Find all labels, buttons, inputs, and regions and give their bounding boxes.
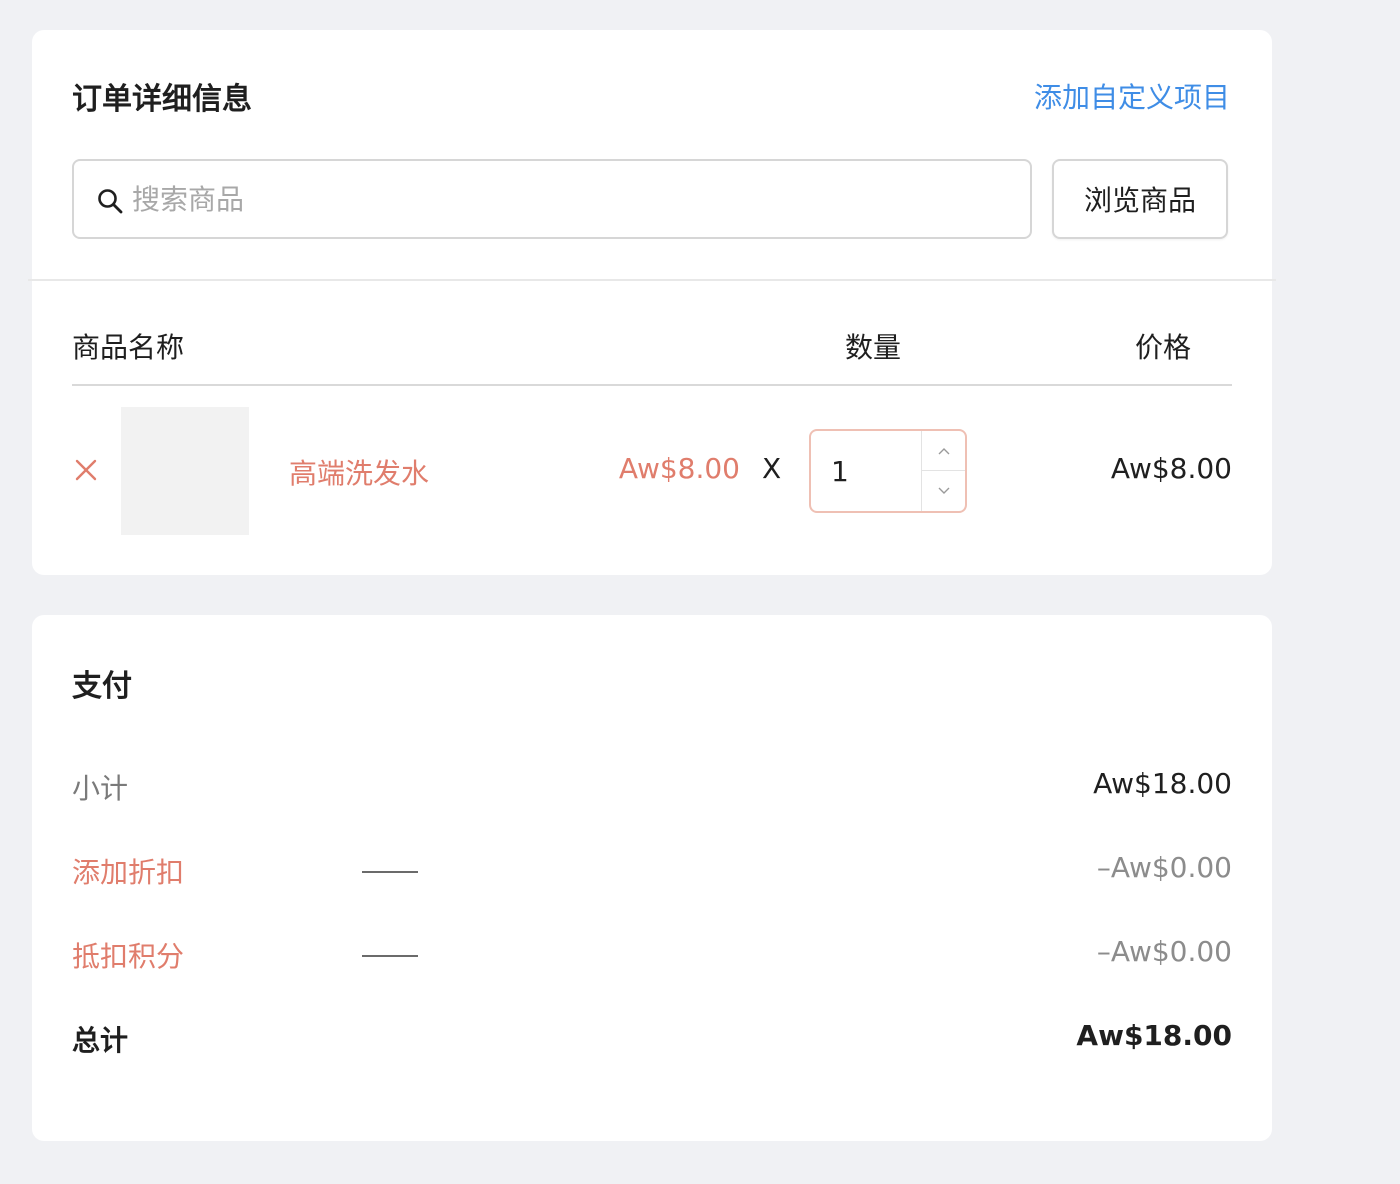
order-details-card: 订单详细信息 添加自定义项目 浏览商品 商品名称 数量 价格 高端洗发水 Aw$… [28, 30, 1276, 575]
add-discount-link[interactable]: 添加折扣 [72, 851, 184, 891]
subtotal-value: Aw$18.00 [1093, 767, 1232, 800]
quantity-input[interactable] [831, 449, 911, 493]
section-divider [28, 279, 1276, 281]
discount-row: 添加折扣 –Aw$0.00 [72, 851, 1232, 891]
subtotal-label: 小计 [72, 772, 129, 805]
total-label: 总计 [72, 1024, 129, 1057]
close-icon[interactable] [74, 458, 98, 482]
column-header-product-name: 商品名称 [72, 331, 185, 364]
product-thumbnail [121, 407, 249, 535]
browse-products-button[interactable]: 浏览商品 [1052, 159, 1228, 239]
discount-value: –Aw$0.00 [1096, 851, 1232, 884]
product-name-link[interactable]: 高端洗发水 [289, 452, 429, 492]
points-row: 抵扣积分 –Aw$0.00 [72, 935, 1232, 975]
total-row: 总计 Aw$18.00 [72, 1019, 1232, 1059]
payment-card: 支付 小计 Aw$18.00 添加折扣 –Aw$0.00 抵扣积分 –Aw$0.… [32, 615, 1272, 1141]
subtotal-row: 小计 Aw$18.00 [72, 767, 1232, 807]
quantity-stepper[interactable] [809, 429, 967, 513]
quantity-stepper-buttons [921, 431, 965, 511]
multiply-sign: X [762, 452, 782, 485]
chevron-down-icon [938, 487, 950, 494]
payment-title: 支付 [72, 669, 132, 704]
points-placeholder-dash [362, 955, 418, 957]
column-header-price: 价格 [1135, 331, 1192, 364]
product-search-input[interactable] [132, 173, 1012, 225]
search-icon [98, 189, 123, 214]
add-custom-item-link[interactable]: 添加自定义项目 [1034, 76, 1230, 116]
quantity-increment-button[interactable] [922, 431, 965, 471]
product-search-box[interactable] [72, 159, 1032, 239]
column-header-quantity: 数量 [845, 331, 902, 364]
line-total-price: Aw$8.00 [1110, 452, 1232, 485]
unit-price: Aw$8.00 [618, 452, 740, 485]
redeem-points-link[interactable]: 抵扣积分 [72, 935, 184, 975]
quantity-decrement-button[interactable] [922, 471, 965, 511]
discount-placeholder-dash [362, 871, 418, 873]
order-details-title: 订单详细信息 [72, 82, 252, 117]
table-header-divider [72, 384, 1232, 386]
points-value: –Aw$0.00 [1096, 935, 1232, 968]
chevron-up-icon [938, 447, 950, 454]
total-value: Aw$18.00 [1076, 1019, 1232, 1052]
